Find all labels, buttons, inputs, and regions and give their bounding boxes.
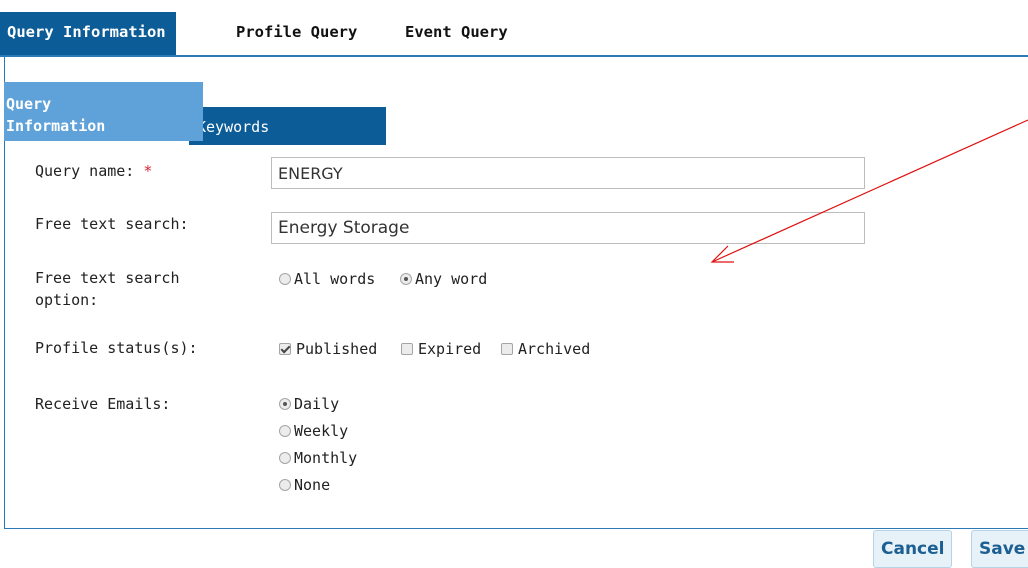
annotation-arrow-icon [710, 119, 1028, 263]
